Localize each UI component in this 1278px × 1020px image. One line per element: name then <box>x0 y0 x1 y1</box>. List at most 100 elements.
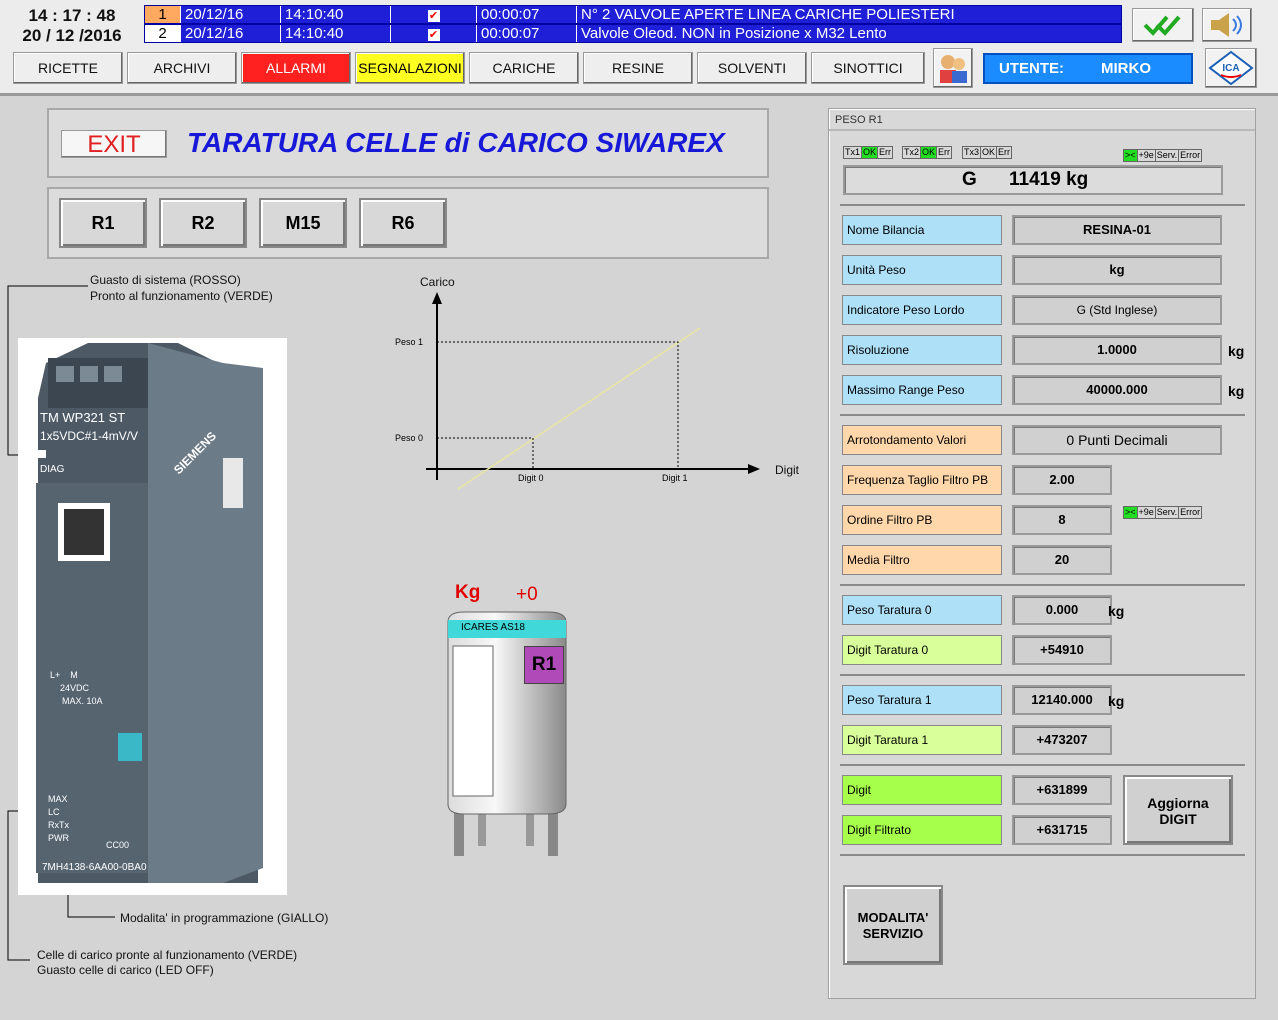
label-digit-filtrato: Digit Filtrato <box>842 815 1002 845</box>
graph-peso0: Peso 0 <box>395 433 424 443</box>
value-nome-bilancia[interactable]: RESINA-01 <box>1012 215 1222 245</box>
tx1-ok: OK <box>862 147 879 158</box>
label-nome-bilancia: Nome Bilancia <box>842 215 1002 245</box>
nav-resine[interactable]: RESINE <box>583 52 693 84</box>
module-pins: L+ M <box>50 670 78 680</box>
status-9e: +9e <box>1138 507 1156 518</box>
nav-ricette[interactable]: RICETTE <box>13 52 123 84</box>
tx1-err: Err <box>879 147 892 157</box>
status-error: Error <box>1180 150 1201 160</box>
scale-button-r1[interactable]: R1 <box>59 198 147 248</box>
value-digit-taratura-1: +473207 <box>1012 725 1112 755</box>
tank-weight: +0 <box>516 584 538 605</box>
alarm-message: Valvole Oleod. NON in Posizione x M32 Le… <box>581 25 887 42</box>
scale-status-top: >< +9e Serv. Error <box>1123 149 1203 162</box>
alarm-num: 2 <box>145 25 181 42</box>
label-unita-peso: Unità Peso <box>842 255 1002 285</box>
module-code: CC00 <box>106 840 130 850</box>
alarm-row-2[interactable]: 2 20/12/16 14:10:40 ✔ 00:00:07 Valvole O… <box>144 24 1122 43</box>
value-unita-peso[interactable]: kg <box>1012 255 1222 285</box>
status-serv: Serv. <box>1156 507 1180 518</box>
scale-button-r6[interactable]: R6 <box>359 198 447 248</box>
label-frequenza-filtro: Frequenza Taglio Filtro PB <box>842 465 1002 495</box>
value-peso-taratura-1[interactable]: 12140.000 <box>1012 685 1112 715</box>
user-box: UTENTE: MIRKO <box>983 53 1193 84</box>
led-lc: LC <box>48 807 60 817</box>
label-peso-taratura-0: Peso Taratura 0 <box>842 595 1002 625</box>
nav-archivi[interactable]: ARCHIVI <box>127 52 237 84</box>
separator <box>840 674 1245 676</box>
alarm-check-icon: ✔ <box>391 25 477 42</box>
clock-time: 14 : 17 : 48 <box>28 6 116 25</box>
label-digit-taratura-0: Digit Taratura 0 <box>842 635 1002 665</box>
alarm-message: N° 2 VALVOLE APERTE LINEA CARICHE POLIES… <box>581 6 955 23</box>
graph-y-label: Carico <box>420 275 455 289</box>
top-bar: 14 : 17 : 48 20 / 12 /2016 1 20/12/16 14… <box>0 0 1278 96</box>
title-panel: EXIT TARATURA CELLE di CARICO SIWAREX <box>47 108 769 178</box>
ica-logo-button[interactable]: ICA <box>1205 48 1257 88</box>
nav-sinottici[interactable]: SINOTTICI <box>811 52 925 84</box>
status-9e: +9e <box>1138 150 1156 161</box>
tank-brand: ICARES AS18 <box>461 622 525 633</box>
tx3-err: Err <box>998 147 1011 157</box>
unit-peso-taratura-1: kg <box>1108 693 1125 709</box>
module-supply: 24VDC <box>60 683 90 693</box>
nav-cariche[interactable]: CARICHE <box>469 52 579 84</box>
value-peso-taratura-0[interactable]: 0.000 <box>1012 595 1112 625</box>
value-digit: +631899 <box>1012 775 1112 805</box>
status-stable: >< <box>1124 507 1138 518</box>
separator <box>840 764 1245 766</box>
status-stable: >< <box>1124 150 1138 161</box>
double-check-icon <box>1143 15 1181 36</box>
nav-segnalazioni[interactable]: SEGNALAZIONI <box>355 52 465 84</box>
value-massimo-range[interactable]: 40000.000 <box>1012 375 1222 405</box>
tx3-status: Tx3 OK Err <box>962 146 1013 159</box>
update-digit-button[interactable]: Aggiorna DIGIT <box>1123 775 1233 845</box>
label-peso-taratura-1: Peso Taratura 1 <box>842 685 1002 715</box>
exit-button[interactable]: EXIT <box>61 130 167 158</box>
label-ordine-filtro: Ordine Filtro PB <box>842 505 1002 535</box>
value-media-filtro[interactable]: 20 <box>1012 545 1112 575</box>
nav-allarmi[interactable]: ALLARMI <box>241 52 351 84</box>
nav-solventi[interactable]: SOLVENTI <box>697 52 807 84</box>
graph-digit1: Digit 1 <box>662 473 688 483</box>
alarm-duration: 00:00:07 <box>477 6 577 23</box>
tx2-label: Tx2 <box>904 147 922 158</box>
led-pwr: PWR <box>48 833 69 843</box>
service-mode-button[interactable]: MODALITA' SERVIZIO <box>843 885 943 965</box>
tx2-err: Err <box>938 147 951 157</box>
value-risoluzione[interactable]: 1.0000 <box>1012 335 1222 365</box>
value-frequenza-filtro[interactable]: 2.00 <box>1012 465 1112 495</box>
tx2-ok: OK <box>921 147 938 158</box>
alarm-row-1[interactable]: 1 20/12/16 14:10:40 ✔ 00:00:07 N° 2 VALV… <box>144 5 1122 24</box>
value-digit-filtrato: +631715 <box>1012 815 1112 845</box>
scale-button-m15[interactable]: M15 <box>259 198 347 248</box>
separator <box>840 584 1245 586</box>
gross-value: 11419 kg <box>1009 169 1089 190</box>
value-ordine-filtro[interactable]: 8 <box>1012 505 1112 535</box>
separator <box>840 414 1245 416</box>
silence-buzzer-button[interactable] <box>1202 8 1252 42</box>
acknowledge-button[interactable] <box>1132 8 1194 42</box>
scale-button-r2[interactable]: R2 <box>159 198 247 248</box>
module-led-list: MAX LC RxTx PWR <box>48 793 69 845</box>
tank-id: R1 <box>524 646 564 684</box>
status-serv: Serv. <box>1156 150 1180 161</box>
separator <box>840 204 1245 206</box>
label-digit: Digit <box>842 775 1002 805</box>
user-name: MIRKO <box>1101 60 1151 77</box>
label-media-filtro: Media Filtro <box>842 545 1002 575</box>
label-digit-taratura-1: Digit Taratura 1 <box>842 725 1002 755</box>
alarm-check-icon: ✔ <box>391 6 477 23</box>
users-button[interactable] <box>933 48 973 88</box>
unit-risoluzione: kg <box>1228 343 1245 359</box>
svg-text:ICA: ICA <box>1222 63 1239 74</box>
speaker-icon <box>1211 13 1242 37</box>
label-indicatore-peso: Indicatore Peso Lordo <box>842 295 1002 325</box>
value-arrotondamento[interactable]: 0 Punti Decimali <box>1012 425 1222 455</box>
value-indicatore-peso[interactable]: G (Std Inglese) <box>1012 295 1222 325</box>
label-massimo-range: Massimo Range Peso <box>842 375 1002 405</box>
label-arrotondamento: Arrotondamento Valori <box>842 425 1002 455</box>
page-title: TARATURA CELLE di CARICO SIWAREX <box>187 127 725 158</box>
tank-unit: Kg <box>455 582 481 603</box>
